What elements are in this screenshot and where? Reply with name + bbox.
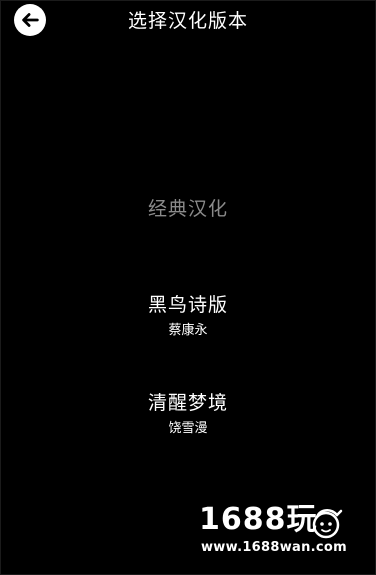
version-option-blackbird[interactable]: 黑鸟诗版 蔡康永: [0, 292, 376, 340]
version-name: 经典汉化: [147, 198, 228, 220]
version-name: 黑鸟诗版: [147, 294, 228, 316]
version-option-classic[interactable]: 经典汉化: [0, 196, 376, 222]
screen-frame: [0, 0, 376, 575]
watermark: 1688玩 www.1688wan.com: [199, 503, 349, 561]
page-title: 选择汉化版本: [127, 10, 248, 32]
watermark-url: www.1688wan.com: [201, 540, 347, 555]
version-name: 清醒梦境: [147, 392, 228, 414]
version-author: 蔡康永: [168, 323, 208, 338]
watermark-logo: 1688玩: [199, 502, 318, 537]
mascot-icon: [312, 509, 343, 539]
version-author: 饶雪漫: [168, 421, 208, 436]
version-option-dream[interactable]: 清醒梦境 饶雪漫: [0, 390, 376, 438]
header: 选择汉化版本: [0, 0, 376, 40]
